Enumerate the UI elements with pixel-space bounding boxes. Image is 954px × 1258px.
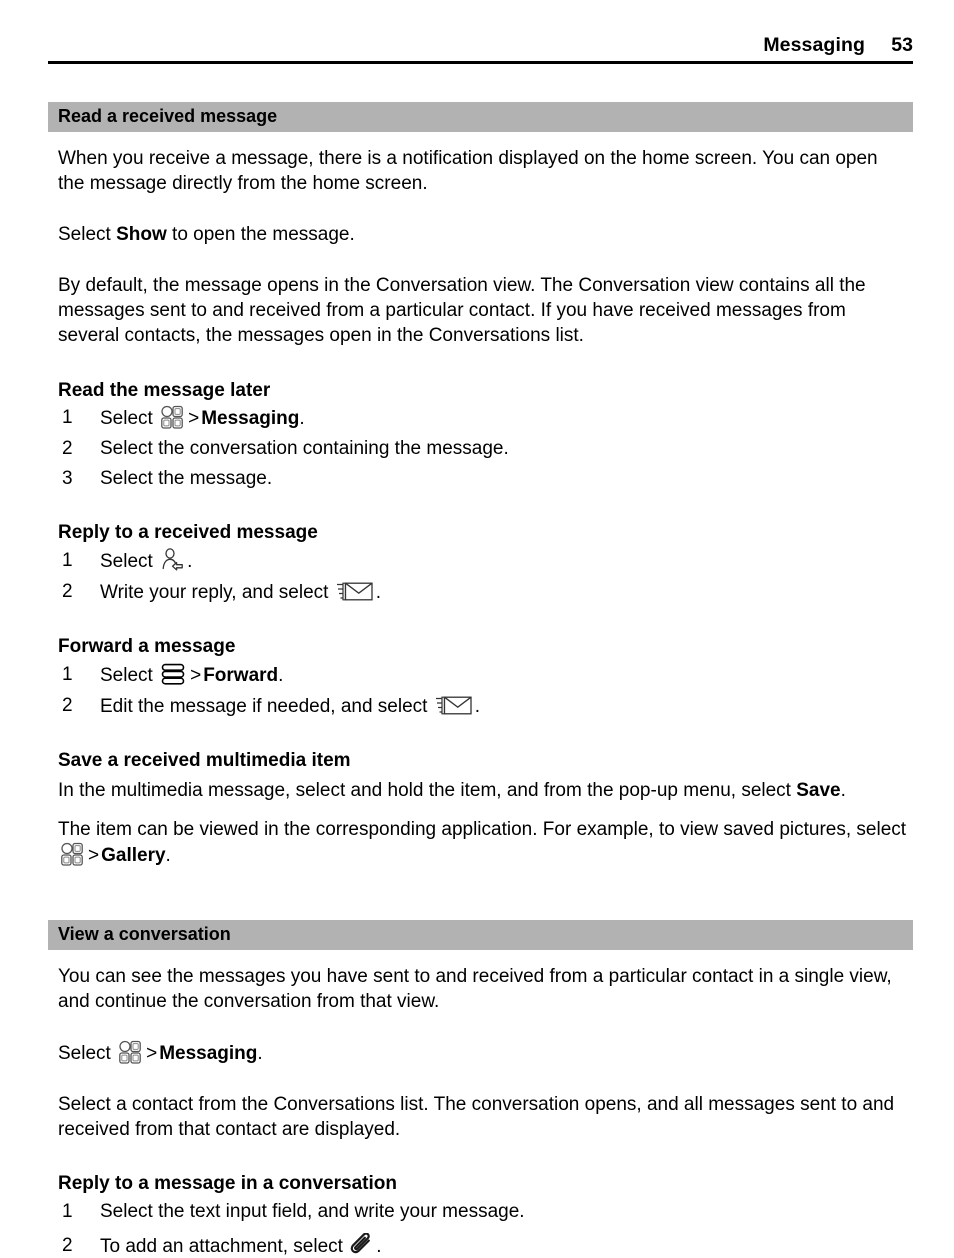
page-content: Read a received message When you receive… <box>48 102 913 1258</box>
messaging-separator: > <box>146 1043 158 1065</box>
step-number: 2 <box>62 438 73 460</box>
subheading-save-multimedia-item: Save a received multimedia item <box>58 750 351 772</box>
paragraph-view-saved-pictures: The item can be viewed in the correspond… <box>58 817 908 868</box>
step-prefix: Select <box>100 408 159 430</box>
steps-reply-received-message: 1 Select . 2 Write your reply, and selec… <box>58 548 913 605</box>
subheading-reply-received-message: Reply to a received message <box>58 522 318 544</box>
messaging-bold: Messaging <box>159 1043 258 1065</box>
step-prefix: Select <box>100 664 159 686</box>
options-list-icon <box>161 662 185 686</box>
step-item: 2 Write your reply, and select . <box>58 579 913 605</box>
header-chapter-title: Messaging <box>763 34 865 56</box>
subheading-reply-in-conversation: Reply to a message in a conversation <box>58 1173 397 1195</box>
step-item: 3 Select the message. <box>58 466 913 491</box>
menu-grid-icon <box>161 405 183 429</box>
reply-contact-icon <box>160 548 185 573</box>
step-prefix: To add an attachment, select <box>100 1236 349 1258</box>
step-suffix: . <box>278 664 284 686</box>
subheading-forward-message: Forward a message <box>58 636 236 658</box>
step-suffix: . <box>299 408 305 430</box>
save-suffix: . <box>840 779 846 801</box>
send-envelope-icon <box>336 579 374 604</box>
menu-grid-icon <box>61 842 83 866</box>
step-number: 1 <box>62 407 73 429</box>
step-number: 3 <box>62 468 73 490</box>
step-number: 2 <box>62 581 73 603</box>
section-heading-view-conversation: View a conversation <box>48 920 913 951</box>
step-item: 2 Select the conversation containing the… <box>58 436 913 461</box>
step-text: Select the message. <box>100 468 273 490</box>
step-text: Select the conversation containing the m… <box>100 438 509 460</box>
step-number: 1 <box>62 550 73 572</box>
subheading-read-message-later: Read the message later <box>58 379 271 401</box>
step-prefix: Write your reply, and select <box>100 582 334 604</box>
step-suffix: . <box>474 696 480 718</box>
step-item: 1 Select > Forward. <box>58 662 913 688</box>
steps-read-message-later: 1 Select > Messaging. 2 Select the conver <box>58 405 913 491</box>
section-heading-read-received-message: Read a received message <box>48 102 913 133</box>
step-item: 1 Select . <box>58 548 913 574</box>
step-text: Select the text input field, and write y… <box>100 1201 525 1223</box>
step-number: 1 <box>62 663 73 685</box>
step-item: 1 Select > Messaging. <box>58 405 913 431</box>
step-item: 2 To add an attachment, select . <box>58 1233 913 1258</box>
gallery-suffix: . <box>165 844 171 866</box>
paragraph-notification: When you receive a message, there is a n… <box>58 148 878 195</box>
save-bold: Save <box>796 779 841 801</box>
select-show-suffix: to open the message. <box>166 224 355 246</box>
step-item: 1 Select the text input field, and write… <box>58 1199 913 1224</box>
paragraph-view-conversation-intro: You can see the messages you have sent t… <box>58 966 892 1013</box>
step-item: 2 Edit the message if needed, and select… <box>58 693 913 719</box>
messaging-suffix: . <box>257 1043 263 1065</box>
paragraph-save-multimedia: In the multimedia message, select and ho… <box>58 778 908 803</box>
select-show-prefix: Select <box>58 224 117 246</box>
select-show-bold: Show <box>116 224 167 246</box>
step-suffix: . <box>375 582 382 604</box>
step-number: 2 <box>62 695 73 717</box>
paragraph-select-contact: Select a contact from the Conversations … <box>58 1094 895 1141</box>
step-suffix: . <box>376 1236 382 1258</box>
paragraph-select-messaging: Select > Messaging. <box>58 1040 908 1066</box>
step-suffix: . <box>187 551 193 573</box>
send-envelope-icon <box>435 693 473 718</box>
step-bold: Messaging <box>201 408 300 430</box>
step-number: 2 <box>62 1235 73 1257</box>
gallery-separator: > <box>88 844 100 866</box>
step-prefix: Select <box>100 551 159 573</box>
gallery-bold: Gallery <box>101 844 166 866</box>
page-number: 53 <box>891 34 913 56</box>
menu-grid-icon <box>119 1040 141 1064</box>
paragraph-select-show: Select Show to open the message. <box>58 222 908 247</box>
steps-forward-message: 1 Select > Forward. 2 Edit the message if… <box>58 662 913 719</box>
paragraph-conversation-view: By default, the message opens in the Con… <box>58 275 866 347</box>
header-rule <box>48 61 913 64</box>
gallery-prefix: The item can be viewed in the correspond… <box>58 818 907 840</box>
step-bold: Forward <box>203 664 279 686</box>
steps-reply-in-conversation: 1 Select the text input field, and write… <box>58 1199 913 1258</box>
step-prefix: Edit the message if needed, and select <box>100 696 433 718</box>
step-separator: > <box>190 664 202 686</box>
step-separator: > <box>188 408 200 430</box>
document-page: Messaging 53 Read a received message Whe… <box>0 0 954 1258</box>
save-prefix: In the multimedia message, select and ho… <box>58 779 797 801</box>
attachment-clip-icon <box>350 1233 374 1258</box>
step-number: 1 <box>62 1201 73 1223</box>
messaging-prefix: Select <box>58 1043 117 1065</box>
